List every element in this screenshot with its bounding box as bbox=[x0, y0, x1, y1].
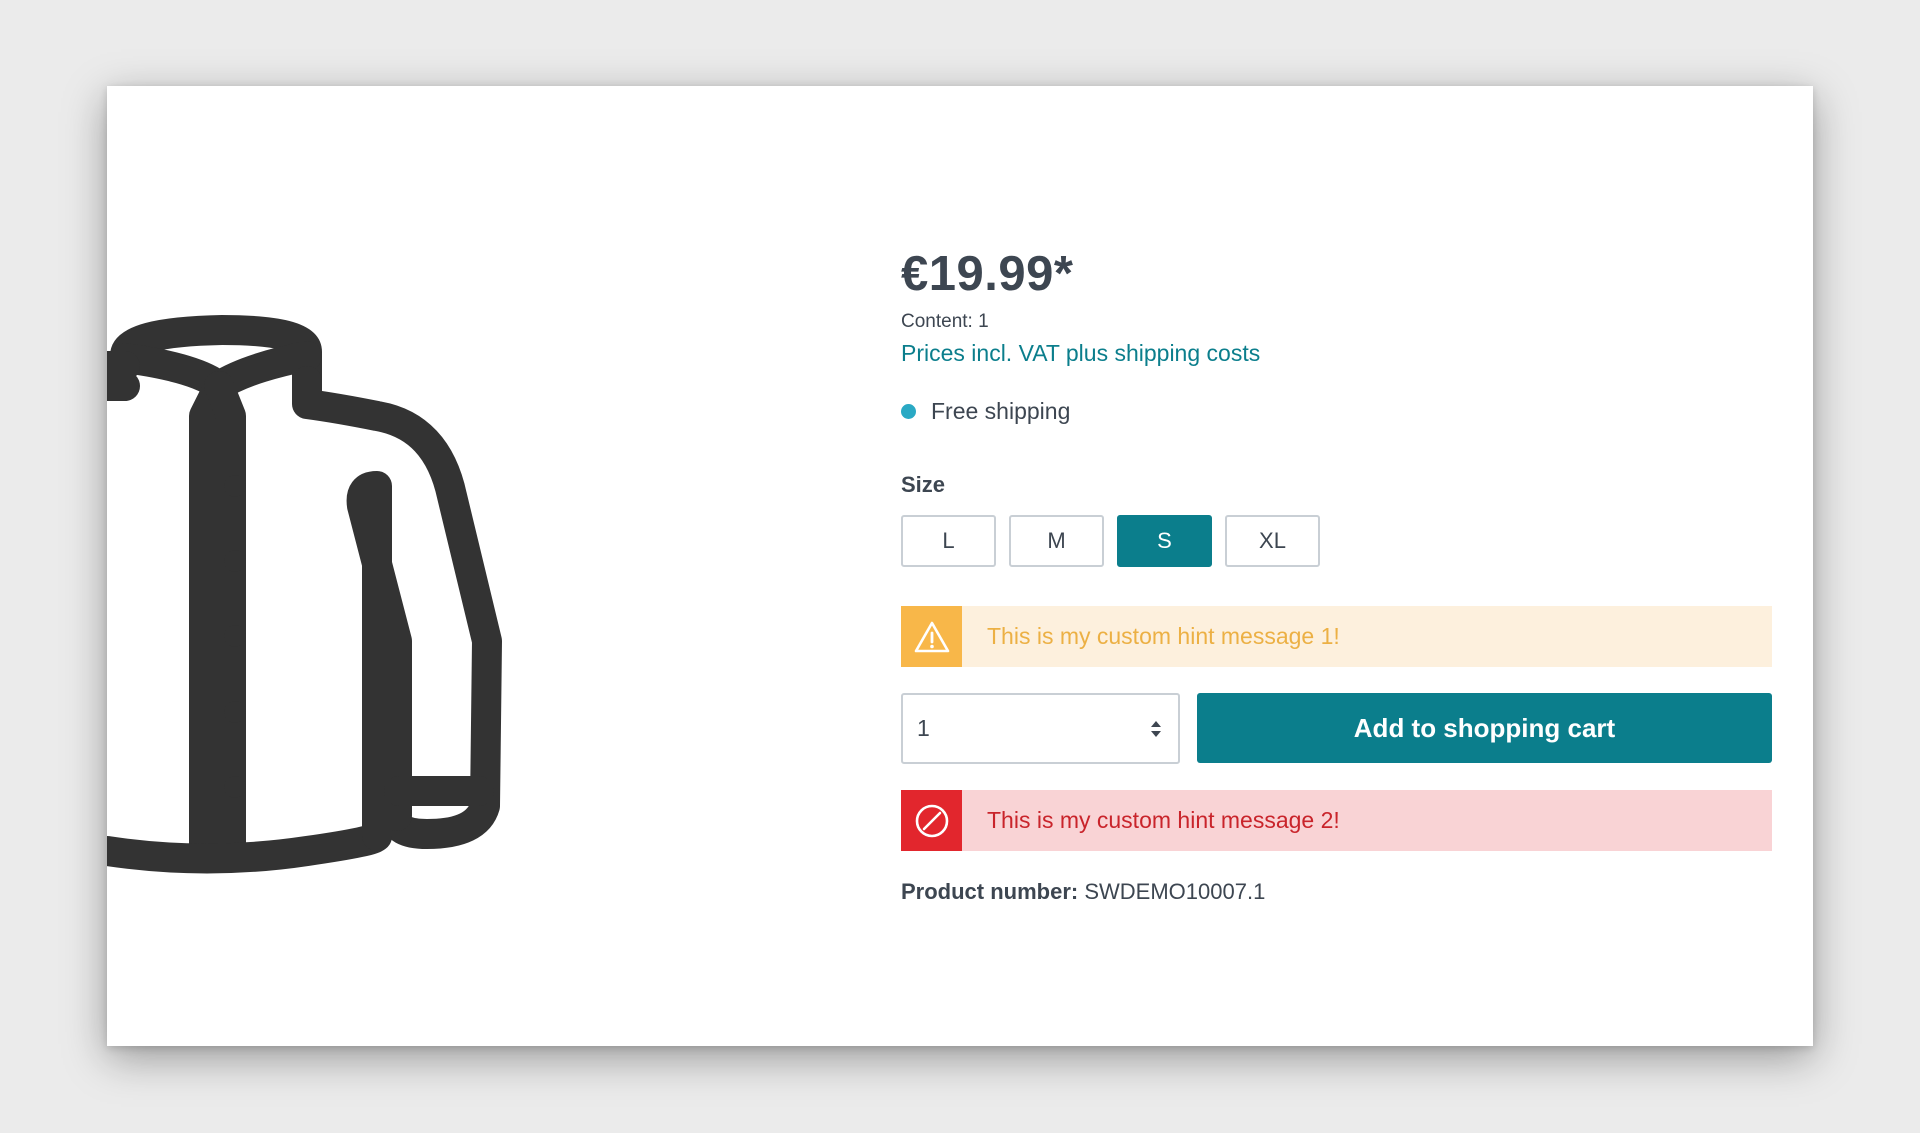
size-option-xl[interactable]: XL bbox=[1225, 515, 1320, 567]
delivery-status-dot bbox=[901, 404, 916, 419]
product-price: €19.99* bbox=[901, 247, 1074, 301]
tax-shipping-link[interactable]: Prices incl. VAT plus shipping costs bbox=[901, 340, 1260, 367]
product-detail-card: €19.99* Content: 1 Prices incl. VAT plus… bbox=[107, 86, 1813, 1046]
hint-danger-alert: This is my custom hint message 2! bbox=[901, 790, 1772, 851]
size-option-m[interactable]: M bbox=[1009, 515, 1104, 567]
quantity-select[interactable]: 1 bbox=[901, 693, 1180, 764]
add-to-cart-button[interactable]: Add to shopping cart bbox=[1197, 693, 1772, 763]
size-option-s[interactable]: S bbox=[1117, 515, 1212, 567]
delivery-text: Free shipping bbox=[931, 398, 1071, 424]
hint-warning-text: This is my custom hint message 1! bbox=[987, 623, 1340, 649]
product-number: Product number: SWDEMO10007.1 bbox=[901, 879, 1265, 905]
size-group-title: Size bbox=[901, 472, 946, 497]
product-image[interactable] bbox=[107, 86, 707, 1046]
warning-triangle-icon bbox=[901, 606, 962, 667]
hint-warning-alert: This is my custom hint message 1! bbox=[901, 606, 1772, 667]
select-arrows-icon bbox=[1151, 721, 1161, 737]
hint-danger-text: This is my custom hint message 2! bbox=[987, 807, 1340, 833]
product-content: Content: 1 bbox=[901, 311, 989, 332]
jacket-icon bbox=[107, 315, 502, 874]
size-options: L M S XL bbox=[901, 515, 1320, 567]
product-number-value: SWDEMO10007.1 bbox=[1084, 879, 1266, 904]
size-option-l[interactable]: L bbox=[901, 515, 996, 567]
quantity-value: 1 bbox=[917, 715, 930, 741]
prohibited-icon bbox=[901, 790, 962, 851]
product-number-label: Product number: bbox=[901, 879, 1079, 904]
delivery-information: Free shipping bbox=[901, 398, 1070, 425]
